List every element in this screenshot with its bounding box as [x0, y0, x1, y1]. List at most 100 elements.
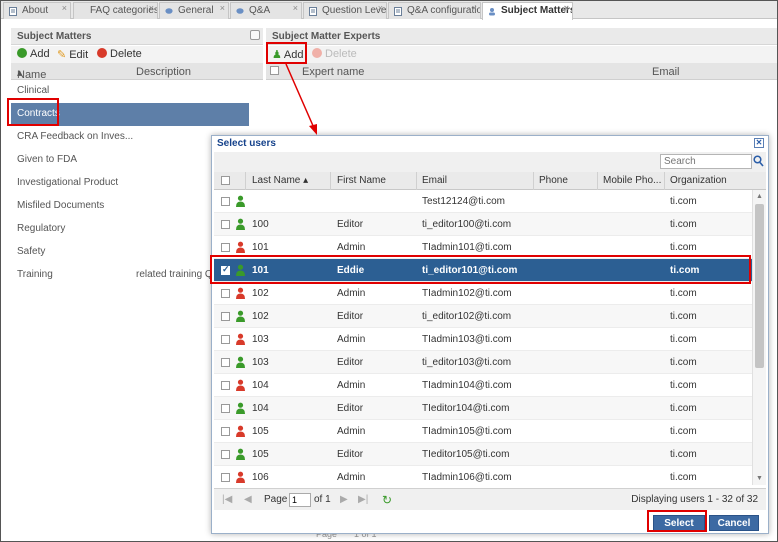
column-first-name[interactable]: First Name	[337, 175, 386, 186]
tab-close-icon[interactable]: ×	[378, 3, 383, 13]
prev-page-icon[interactable]: ◀	[244, 494, 252, 505]
user-row[interactable]: 104 Editor TIeditor104@ti.com ti.com	[214, 397, 752, 420]
column-email[interactable]: Email	[652, 66, 680, 78]
column-mobile-phone[interactable]: Mobile Pho...	[603, 175, 661, 186]
user-checkbox[interactable]	[221, 427, 230, 436]
column-last-name[interactable]: Last Name ▴	[252, 175, 308, 186]
subject-matter-name: Investigational Product	[17, 177, 119, 188]
subject-matter-name: Given to FDA	[17, 154, 78, 165]
subject-matter-name: Clinical	[17, 85, 50, 96]
user-last-cell: 104	[252, 380, 269, 391]
tab-qa-configuration[interactable]: Q&A configuration ×	[388, 2, 481, 19]
user-org-cell: ti.com	[670, 242, 697, 253]
scroll-down-icon[interactable]: ▼	[756, 475, 763, 482]
user-last-cell: 101	[252, 242, 269, 253]
user-first-cell: Admin	[337, 426, 366, 437]
select-all-checkbox[interactable]	[270, 66, 279, 75]
next-page-icon[interactable]: ▶	[340, 494, 348, 505]
column-organization[interactable]: Organization	[670, 175, 727, 186]
collapse-icon[interactable]	[250, 30, 260, 40]
column-phone[interactable]: Phone	[539, 175, 568, 186]
user-checkbox[interactable]	[221, 243, 230, 252]
user-checkbox[interactable]	[221, 358, 230, 367]
user-row[interactable]: 102 Admin TIadmin102@ti.com ti.com	[214, 282, 752, 305]
grid-scrollbar[interactable]: ▲ ▼	[752, 190, 766, 485]
scroll-thumb[interactable]	[755, 204, 764, 368]
user-row[interactable]: 104 Admin TIadmin104@ti.com ti.com	[214, 374, 752, 397]
user-checkbox[interactable]	[221, 289, 230, 298]
close-icon[interactable]: ✕	[754, 138, 764, 148]
user-icon	[236, 448, 245, 460]
user-org-cell: ti.com	[670, 472, 697, 483]
highlight-contracts	[7, 98, 59, 126]
user-row[interactable]: 100 Editor ti_editor100@ti.com ti.com	[214, 213, 752, 236]
user-email-cell: TIadmin106@ti.com	[422, 472, 512, 483]
user-checkbox[interactable]	[221, 404, 230, 413]
user-org-cell: ti.com	[670, 357, 697, 368]
tab-question-level[interactable]: Question Level ×	[303, 2, 387, 19]
last-page-icon[interactable]: ▶|	[358, 494, 368, 505]
user-first-cell: Editor	[337, 357, 364, 368]
column-description[interactable]: Description	[136, 66, 191, 78]
tab-close-icon[interactable]: ×	[220, 3, 225, 13]
user-checkbox[interactable]	[221, 473, 230, 482]
tab-close-icon[interactable]: ×	[564, 3, 569, 13]
column-expert-name[interactable]: Expert name	[302, 66, 364, 78]
user-row[interactable]: 103 Admin TIadmin103@ti.com ti.com	[214, 328, 752, 351]
user-checkbox[interactable]	[221, 220, 230, 229]
tab-about[interactable]: About ×	[3, 2, 71, 19]
cancel-button[interactable]: Cancel	[709, 515, 759, 531]
user-icon	[236, 287, 245, 299]
user-org-cell: ti.com	[670, 449, 697, 460]
user-first-cell: Editor	[337, 449, 364, 460]
search-bar	[214, 152, 766, 172]
tab-close-icon[interactable]: ×	[293, 3, 298, 13]
add-icon	[17, 48, 27, 58]
add-subject-button[interactable]: Add	[17, 48, 50, 60]
search-input[interactable]	[660, 154, 752, 169]
search-icon[interactable]	[753, 155, 764, 167]
user-checkbox[interactable]	[221, 312, 230, 321]
user-email-cell: TIadmin102@ti.com	[422, 288, 512, 299]
user-checkbox[interactable]	[221, 450, 230, 459]
first-page-icon[interactable]: |◀	[222, 494, 232, 505]
delete-expert-button[interactable]: Delete	[312, 48, 357, 60]
tab-faq-categories[interactable]: FAQ categories ×	[73, 2, 158, 19]
column-name[interactable]: Name ▴	[17, 66, 46, 81]
user-email-cell: Test12124@ti.com	[422, 196, 505, 207]
scroll-up-icon[interactable]: ▲	[756, 193, 763, 200]
user-first-cell: Admin	[337, 242, 366, 253]
user-row[interactable]: 103 Editor ti_editor103@ti.com ti.com	[214, 351, 752, 374]
user-last-cell: 100	[252, 219, 269, 230]
subject-matters-header: Subject Matters	[11, 28, 263, 45]
user-first-cell: Editor	[337, 219, 364, 230]
tab-qa[interactable]: Q&A ×	[230, 2, 302, 19]
column-email[interactable]: Email	[422, 175, 447, 186]
tab-general[interactable]: General ×	[159, 2, 229, 19]
user-org-cell: ti.com	[670, 288, 697, 299]
page-number-input[interactable]	[289, 493, 311, 507]
tab-close-icon[interactable]: ×	[149, 3, 154, 13]
user-checkbox[interactable]	[221, 335, 230, 344]
user-last-cell: 105	[252, 426, 269, 437]
user-first-cell: Admin	[337, 334, 366, 345]
refresh-icon[interactable]: ↻	[382, 493, 392, 507]
tab-close-icon[interactable]: ×	[62, 3, 67, 13]
user-row[interactable]: Test12124@ti.com ti.com	[214, 190, 752, 213]
delete-subject-button[interactable]: Delete	[97, 48, 142, 60]
user-row[interactable]: 105 Admin TIadmin105@ti.com ti.com	[214, 420, 752, 443]
user-row[interactable]: 102 Editor ti_editor102@ti.com ti.com	[214, 305, 752, 328]
experts-header: Subject Matter Experts	[266, 28, 777, 45]
chat-icon	[165, 8, 173, 14]
user-checkbox[interactable]	[221, 381, 230, 390]
user-icon	[236, 310, 245, 322]
tab-close-icon[interactable]: ×	[472, 3, 477, 13]
user-email-cell: TIeditor105@ti.com	[422, 449, 510, 460]
user-checkbox[interactable]	[221, 197, 230, 206]
user-row[interactable]: 106 Admin TIadmin106@ti.com ti.com	[214, 466, 752, 489]
tab-subject-matters[interactable]: Subject Matters ×	[482, 2, 573, 20]
user-row[interactable]: 105 Editor TIeditor105@ti.com ti.com	[214, 443, 752, 466]
select-all-checkbox[interactable]	[221, 176, 230, 185]
edit-subject-button[interactable]: ✎ Edit	[57, 48, 88, 61]
user-last-cell: 103	[252, 334, 269, 345]
